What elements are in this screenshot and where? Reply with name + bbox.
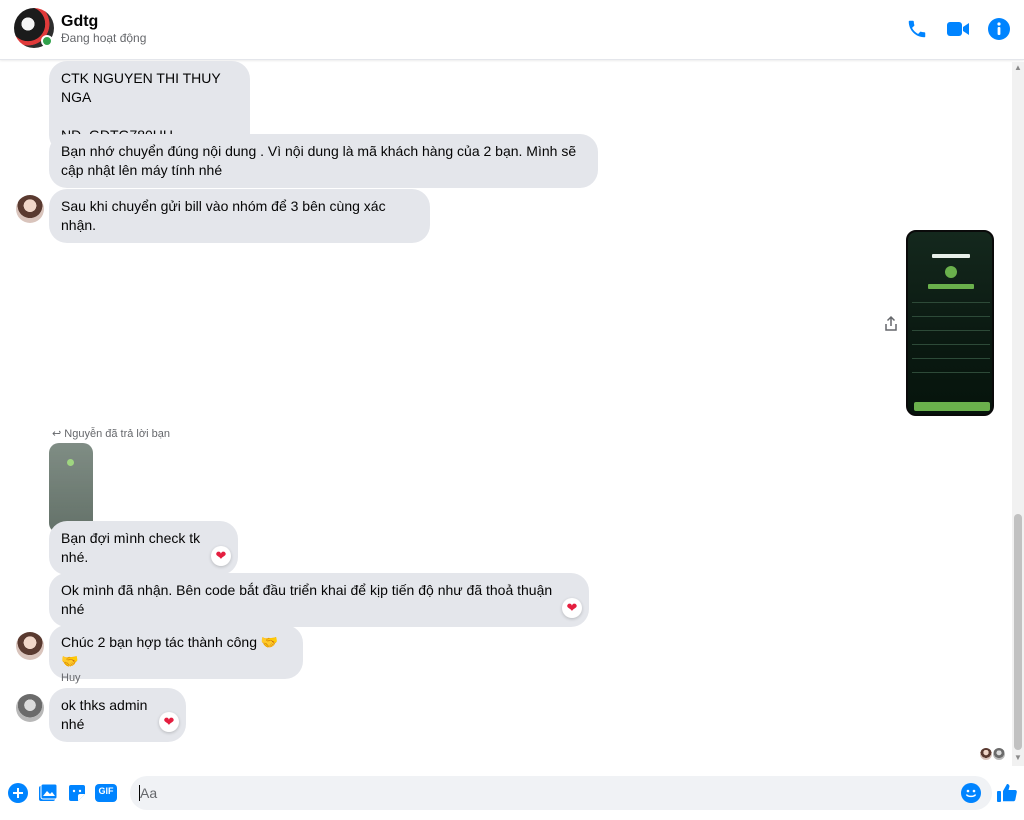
gif-icon[interactable]: GIF bbox=[95, 782, 117, 804]
sender-name: Huy bbox=[61, 672, 81, 684]
message-bubble[interactable]: Sau khi chuyển gửi bill vào nhóm để 3 bê… bbox=[49, 189, 430, 243]
check-icon bbox=[67, 459, 74, 466]
replied-image-thumbnail[interactable] bbox=[49, 443, 93, 533]
plus-icon[interactable] bbox=[7, 782, 29, 804]
check-icon bbox=[945, 266, 957, 278]
scroll-down-arrow-icon[interactable]: ▼ bbox=[1012, 752, 1024, 764]
phone-icon[interactable] bbox=[904, 16, 930, 42]
share-icon[interactable] bbox=[882, 315, 900, 333]
chat-header: Gdtg Đang hoạt động bbox=[0, 0, 1024, 60]
avatar[interactable] bbox=[16, 632, 44, 660]
reply-indicator: ↩ Nguyễn đã trả lời bạn bbox=[52, 427, 170, 440]
message-bubble[interactable]: Bạn đợi mình check tk nhé. bbox=[49, 521, 238, 575]
online-status-dot bbox=[41, 35, 53, 47]
avatar[interactable] bbox=[16, 694, 44, 722]
scroll-up-arrow-icon[interactable]: ▲ bbox=[1012, 62, 1024, 74]
sticker-icon[interactable] bbox=[66, 782, 88, 804]
info-icon[interactable] bbox=[986, 16, 1012, 42]
active-status-text: Đang hoạt động bbox=[61, 31, 147, 45]
divider bbox=[912, 358, 990, 359]
amount-line bbox=[928, 284, 974, 289]
heart-reaction-icon[interactable]: ❤ bbox=[211, 546, 231, 566]
message-composer: GIF bbox=[0, 766, 1024, 820]
image-icon[interactable] bbox=[37, 782, 59, 804]
video-camera-icon[interactable] bbox=[945, 16, 971, 42]
divider bbox=[912, 330, 990, 331]
message-bubble[interactable]: Chúc 2 bạn hợp tác thành công 🤝🤝 bbox=[49, 625, 303, 679]
reply-note: Nguyễn đã trả lời bạn bbox=[64, 428, 170, 440]
emoji-icon[interactable] bbox=[960, 782, 982, 804]
gif-label: GIF bbox=[98, 786, 114, 796]
message-input[interactable] bbox=[140, 776, 940, 810]
message-bubble[interactable]: Bạn nhớ chuyển đúng nội dung . Vì nội du… bbox=[49, 134, 598, 188]
divider bbox=[912, 316, 990, 317]
conversation-title[interactable]: Gdtg bbox=[61, 13, 98, 31]
payment-receipt-image[interactable] bbox=[906, 230, 994, 416]
reply-arrow-icon: ↩ bbox=[52, 428, 62, 440]
phone-button bbox=[914, 402, 990, 411]
like-icon[interactable] bbox=[996, 782, 1018, 804]
scrollbar-thumb[interactable] bbox=[1014, 514, 1022, 750]
seen-avatar bbox=[979, 747, 993, 761]
seen-avatar bbox=[992, 747, 1006, 761]
bank-logo bbox=[932, 254, 970, 258]
message-input-box[interactable] bbox=[130, 776, 992, 810]
divider bbox=[912, 344, 990, 345]
heart-reaction-icon[interactable]: ❤ bbox=[562, 598, 582, 618]
divider bbox=[912, 372, 990, 373]
message-bubble[interactable]: Ok mình đã nhận. Bên code bắt đầu triển … bbox=[49, 573, 589, 627]
divider bbox=[912, 302, 990, 303]
avatar[interactable] bbox=[16, 195, 44, 223]
heart-reaction-icon[interactable]: ❤ bbox=[159, 712, 179, 732]
